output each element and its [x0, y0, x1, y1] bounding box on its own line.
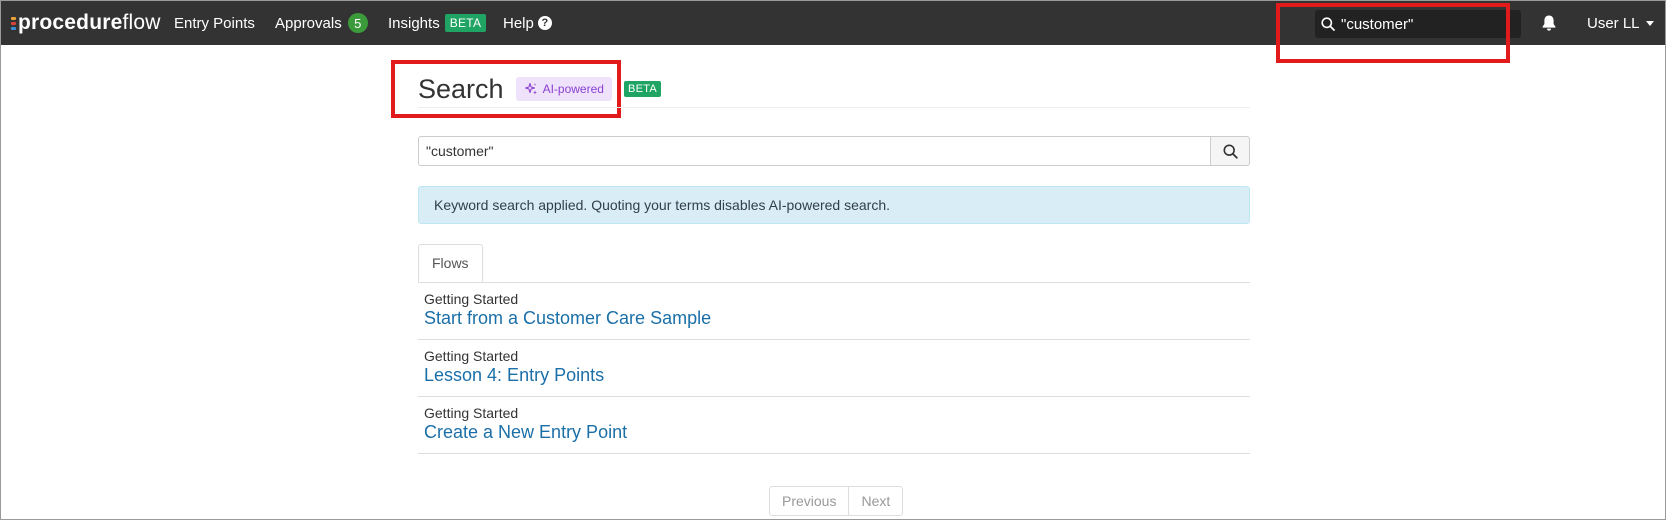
list-item: Getting Started Create a New Entry Point [418, 397, 1250, 454]
result-link[interactable]: Create a New Entry Point [424, 422, 627, 443]
search-group [418, 136, 1250, 166]
search-button[interactable] [1210, 136, 1250, 166]
approvals-count-badge: 5 [347, 13, 368, 33]
title-divider [418, 107, 1250, 108]
nav-entry-points-label: Entry Points [174, 14, 255, 32]
nav-approvals[interactable]: Approvals 5 [275, 1, 368, 45]
user-menu[interactable]: User LL [1587, 1, 1654, 45]
search-icon [1222, 143, 1238, 159]
app-window: procedureflow Entry Points Approvals 5 I… [0, 0, 1666, 520]
question-circle-icon: ? [537, 16, 552, 30]
info-alert-text: Keyword search applied. Quoting your ter… [434, 197, 891, 213]
brand-mark-icon [11, 16, 16, 31]
nav-help-label: Help [503, 14, 534, 32]
previous-button[interactable]: Previous [769, 486, 850, 516]
user-menu-label: User LL [1587, 14, 1640, 32]
nav-insights[interactable]: Insights BETA [388, 1, 487, 45]
result-category: Getting Started [424, 291, 519, 307]
nav-insights-label: Insights [388, 14, 440, 32]
list-item: Getting Started Lesson 4: Entry Points [418, 340, 1250, 397]
nav-approvals-label: Approvals [275, 14, 342, 32]
search-icon [1321, 17, 1335, 31]
result-link[interactable]: Start from a Customer Care Sample [424, 308, 711, 329]
top-navbar: procedureflow Entry Points Approvals 5 I… [1, 1, 1665, 45]
pagination: Previous Next [769, 486, 904, 516]
nav-help[interactable]: Help ? [503, 1, 552, 45]
bell-icon[interactable] [1541, 14, 1557, 37]
tab-flows-label: Flows [432, 255, 469, 271]
result-category: Getting Started [424, 348, 519, 364]
info-alert: Keyword search applied. Quoting your ter… [418, 186, 1250, 224]
header-search [1315, 10, 1521, 38]
nav-entry-points[interactable]: Entry Points [174, 1, 255, 45]
brand-name: procedureflow [18, 11, 161, 34]
ai-powered-label: AI-powered [542, 82, 604, 96]
tab-flows[interactable]: Flows [418, 244, 483, 282]
result-link[interactable]: Lesson 4: Entry Points [424, 365, 604, 386]
ai-powered-badge: AI-powered [515, 77, 612, 101]
page-title: Search [418, 73, 504, 104]
next-button[interactable]: Next [849, 486, 904, 516]
list-item: Getting Started Start from a Customer Ca… [418, 283, 1250, 340]
result-tabs: Flows [418, 244, 1250, 283]
page-header: Search AI-powered BETA [418, 71, 1250, 107]
sparkle-icon [524, 82, 537, 95]
caret-down-icon [1645, 20, 1654, 26]
insights-beta-badge: BETA [444, 14, 487, 32]
search-input[interactable] [418, 136, 1210, 166]
results-list: Getting Started Start from a Customer Ca… [418, 283, 1250, 454]
brand-logo[interactable]: procedureflow [11, 10, 161, 36]
title-beta-badge: BETA [623, 81, 662, 97]
result-category: Getting Started [424, 405, 519, 421]
header-search-input[interactable] [1339, 14, 1513, 34]
